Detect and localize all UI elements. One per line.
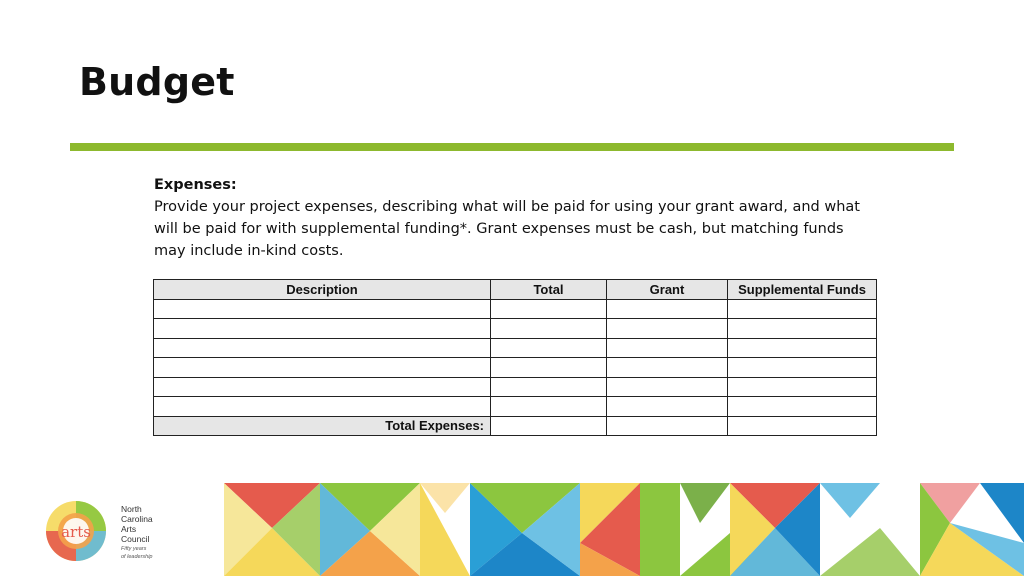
table-cell[interactable] <box>153 357 491 378</box>
table-row <box>153 396 877 417</box>
page-title: Budget <box>79 60 235 104</box>
table-cell[interactable] <box>606 357 728 378</box>
expenses-description: Provide your project expenses, describin… <box>154 199 860 259</box>
org-name: North Carolina Arts Council Fifty years … <box>121 504 153 560</box>
table-cell[interactable] <box>153 396 491 417</box>
table-cell[interactable] <box>727 415 877 436</box>
table-cell[interactable] <box>490 415 607 436</box>
table-row <box>153 318 877 339</box>
org-tagline: Fifty years <box>121 546 147 552</box>
table-cell[interactable] <box>490 396 607 417</box>
arts-council-logo: arts <box>46 501 106 561</box>
table-cell[interactable] <box>490 318 607 339</box>
org-name-line: North <box>121 504 142 514</box>
table-cell[interactable] <box>606 396 728 417</box>
table-cell[interactable] <box>490 376 607 397</box>
header-grant: Grant <box>606 279 728 300</box>
table-cell[interactable] <box>727 396 877 417</box>
table-row <box>153 337 877 358</box>
org-name-line: Arts <box>121 524 137 534</box>
table-cell[interactable] <box>606 376 728 397</box>
table-cell[interactable] <box>153 318 491 339</box>
expenses-table: Description Total Grant Supplemental Fun… <box>153 279 877 436</box>
total-expenses-row: Total Expenses: <box>153 415 877 436</box>
table-cell[interactable] <box>490 337 607 358</box>
header-description: Description <box>153 279 491 300</box>
table-cell[interactable] <box>727 318 877 339</box>
table-row <box>153 298 877 319</box>
table-cell[interactable] <box>727 298 877 319</box>
logo-text: arts <box>61 523 91 541</box>
table-cell[interactable] <box>606 318 728 339</box>
table-cell[interactable] <box>606 337 728 358</box>
table-row <box>153 376 877 397</box>
table-cell[interactable] <box>153 337 491 358</box>
org-name-line: Carolina <box>121 514 153 524</box>
expenses-heading: Expenses: <box>154 177 237 193</box>
table-cell[interactable] <box>727 357 877 378</box>
table-cell[interactable] <box>606 298 728 319</box>
table-cell[interactable] <box>153 298 491 319</box>
table-cell[interactable] <box>490 357 607 378</box>
table-cell[interactable] <box>727 337 877 358</box>
table-cell[interactable] <box>606 415 728 436</box>
title-divider <box>70 143 954 151</box>
table-cell[interactable] <box>153 376 491 397</box>
header-total: Total <box>490 279 607 300</box>
header-supplemental-funds: Supplemental Funds <box>727 279 877 300</box>
org-tagline: of leadership <box>121 554 153 560</box>
table-cell[interactable] <box>727 376 877 397</box>
total-expenses-label: Total Expenses: <box>153 415 491 436</box>
expenses-instructions: Expenses: Provide your project expenses,… <box>154 174 874 262</box>
org-name-line: Council <box>121 534 150 544</box>
table-row <box>153 357 877 378</box>
table-cell[interactable] <box>490 298 607 319</box>
table-header-row: Description Total Grant Supplemental Fun… <box>153 279 877 300</box>
footer-decorative-triangles <box>224 483 1024 576</box>
